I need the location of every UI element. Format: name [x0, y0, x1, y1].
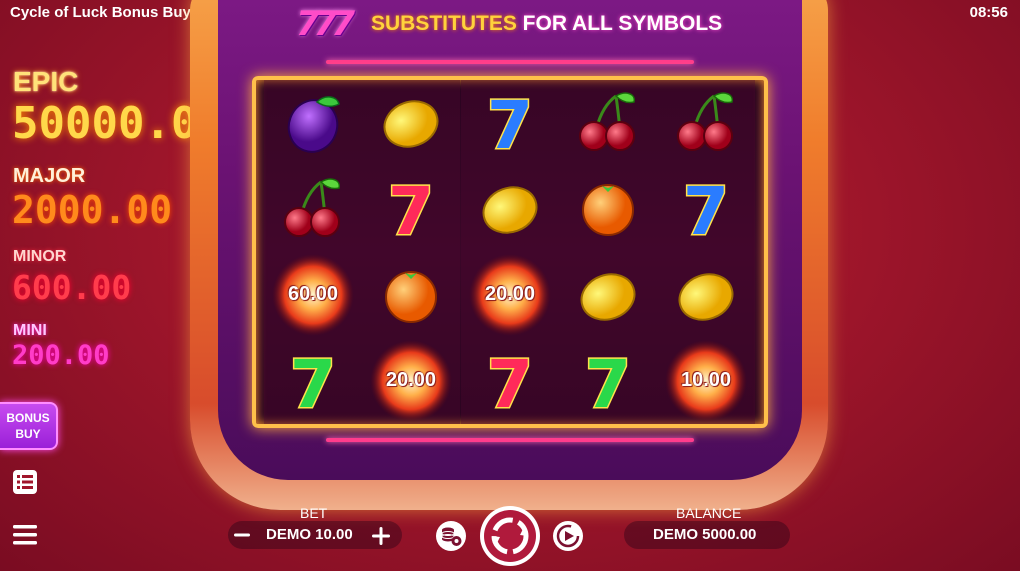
lemon-symbol	[482, 186, 538, 234]
coin-value: 10.00	[680, 369, 732, 391]
jackpot-mini-value: 200.00	[12, 340, 110, 371]
spin-button[interactable]	[479, 505, 541, 567]
coin-value: 60.00	[287, 283, 339, 305]
jackpot-minor-value: 600.00	[12, 268, 132, 307]
svg-text:7: 7	[585, 346, 631, 417]
seven-red-symbol: 7	[387, 172, 436, 244]
coin-value: 20.00	[385, 369, 437, 391]
neon-line-bottom	[326, 438, 694, 442]
hamburger-menu-icon[interactable]	[12, 522, 38, 548]
balance-value: DEMO 5000.00	[653, 526, 757, 543]
jackpot-major-label: MAJOR	[13, 165, 86, 187]
lemon-symbol	[383, 100, 439, 148]
coin-value: 20.00	[484, 283, 536, 305]
cherry-symbol	[677, 92, 733, 151]
neon-line-top	[326, 60, 694, 64]
banner-highlight: SUBSTITUTES	[371, 12, 517, 35]
seven-green-symbol: 7	[584, 345, 633, 417]
lemon-symbol	[580, 273, 636, 321]
bonus-buy-label-line2: BUY	[15, 427, 41, 441]
plus-icon[interactable]	[371, 526, 391, 546]
bonus-buy-button[interactable]: BONUS BUY	[0, 402, 58, 450]
svg-text:7: 7	[388, 173, 434, 244]
clock: 08:56	[969, 4, 1008, 21]
orange-symbol	[582, 184, 634, 236]
svg-text:7: 7	[290, 346, 336, 417]
jackpot-minor-label: MINOR	[13, 248, 67, 265]
plum-symbol	[287, 96, 340, 153]
jackpot-major-value: 2000.00	[12, 188, 173, 232]
jackpot-epic-label: EPIC	[13, 66, 79, 97]
list-icon[interactable]	[12, 469, 38, 495]
seven-blue-symbol: 7	[682, 172, 731, 244]
seven-logo: 777	[296, 4, 355, 44]
autoplay-icon[interactable]	[552, 520, 584, 552]
bet-value: DEMO 10.00	[266, 526, 353, 543]
bonus-buy-label-line1: BONUS	[6, 411, 50, 425]
seven-green-symbol: 7	[289, 345, 338, 417]
balance-label: BALANCE	[676, 505, 742, 521]
seven-red-symbol: 7	[486, 345, 535, 417]
bet-label: BET	[300, 505, 328, 521]
game-title: Cycle of Luck Bonus Buy	[10, 4, 191, 21]
minus-icon[interactable]	[233, 527, 251, 543]
banner-rest: FOR ALL SYMBOLS	[516, 12, 723, 35]
svg-text:7: 7	[487, 346, 533, 417]
wild-banner: SUBSTITUTES FOR ALL SYMBOLS	[371, 12, 722, 36]
coin-stack-settings-icon[interactable]	[435, 520, 467, 552]
cherry-symbol	[284, 178, 340, 237]
orange-symbol	[385, 271, 437, 323]
lemon-symbol	[678, 273, 734, 321]
jackpot-mini-label: MINI	[13, 322, 47, 339]
svg-text:7: 7	[487, 87, 533, 158]
cherry-symbol	[579, 92, 635, 151]
seven-blue-symbol: 7	[486, 86, 535, 158]
svg-text:7: 7	[683, 173, 729, 244]
